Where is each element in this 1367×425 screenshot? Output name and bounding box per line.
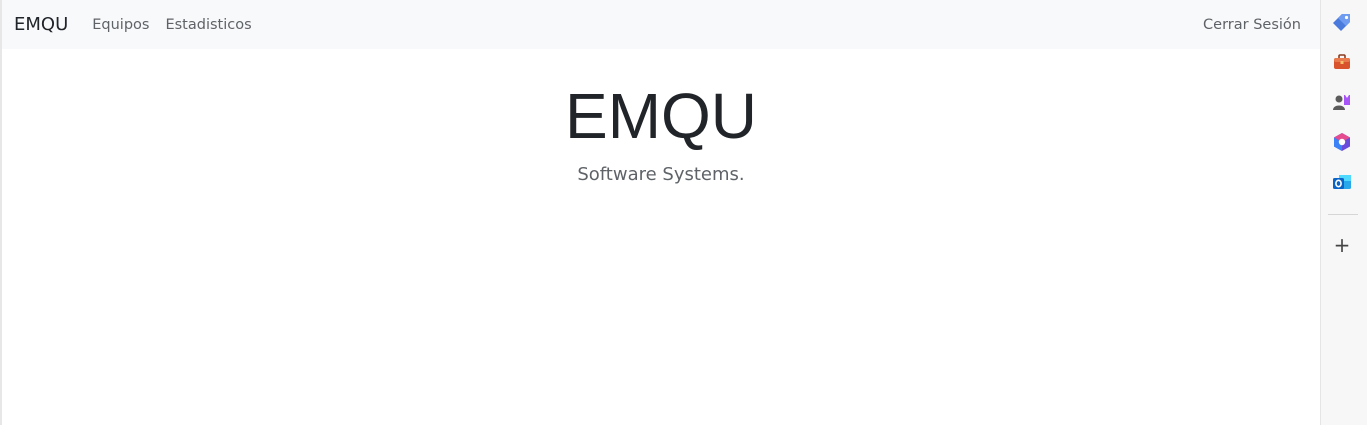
sidebar-divider <box>1328 214 1358 215</box>
logout-link[interactable]: Cerrar Sesión <box>1203 17 1301 33</box>
nav-link-estadisticos[interactable]: Estadisticos <box>165 17 251 33</box>
outlook-icon[interactable] <box>1332 172 1352 192</box>
hero: EMQU Software Systems. <box>2 78 1320 185</box>
hero-subtitle: Software Systems. <box>577 164 745 185</box>
browser-sidebar: + <box>1320 0 1367 425</box>
nav-link-equipos[interactable]: Equipos <box>92 17 149 33</box>
briefcase-icon[interactable] <box>1332 52 1352 72</box>
navbar: EMQU Equipos Estadisticos Cerrar Sesión <box>2 0 1320 49</box>
nav-right: Cerrar Sesión <box>1203 0 1301 49</box>
office-icon[interactable] <box>1332 132 1352 152</box>
hero-title: EMQU <box>565 80 757 152</box>
add-icon[interactable]: + <box>1333 235 1351 255</box>
brand-link[interactable]: EMQU <box>14 14 68 35</box>
page: EMQU Equipos Estadisticos Cerrar Sesión … <box>0 0 1320 425</box>
tag-icon[interactable] <box>1332 12 1352 32</box>
people-icon[interactable] <box>1332 92 1352 112</box>
nav-links: Equipos Estadisticos <box>92 17 267 33</box>
